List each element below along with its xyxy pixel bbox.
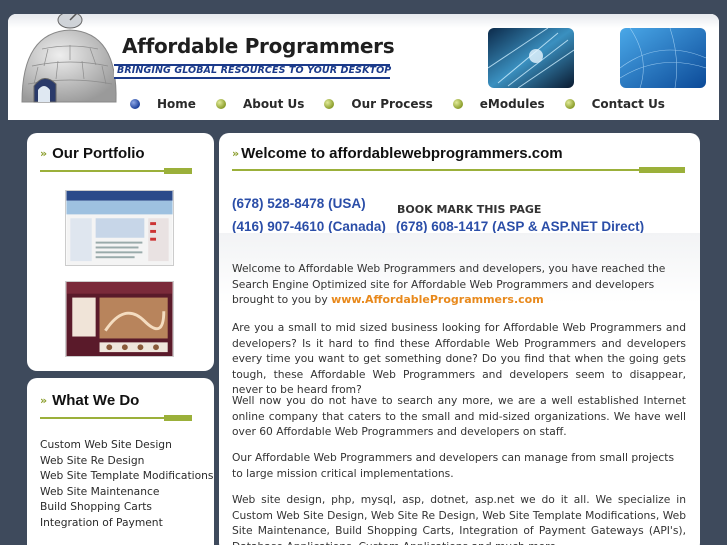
heading-underline-end	[164, 168, 192, 174]
list-item[interactable]: Integration of Payment	[40, 515, 214, 531]
header-photo-fiber	[488, 28, 574, 88]
brand-title: Affordable Programmers	[122, 34, 395, 58]
nav-item-emodules[interactable]: eModules	[452, 97, 545, 111]
main-content-box: » Welcome to affordablewebprogrammers.co…	[219, 133, 700, 545]
nav-item-contact-us[interactable]: Contact Us	[564, 97, 665, 111]
nav-label: Home	[157, 97, 196, 111]
site-link[interactable]: www.AffordableProgrammers.com	[331, 293, 544, 306]
phone-usa[interactable]: (678) 528-8478 (USA)	[232, 196, 366, 211]
list-item[interactable]: Build Shopping Carts	[40, 499, 214, 515]
list-item[interactable]: Web Site Template Modifications	[40, 468, 214, 484]
nav-label: eModules	[479, 97, 545, 111]
heading-underline-end	[164, 415, 192, 421]
nav-item-home[interactable]: Home	[130, 97, 196, 111]
portfolio-thumbnail-1[interactable]	[65, 190, 174, 266]
phone-direct[interactable]: (678) 608-1417 (ASP & ASP.NET Direct)	[396, 219, 644, 234]
portfolio-box: » Our Portfolio	[27, 133, 214, 371]
site-header: Affordable Programmers BRINGING GLOBAL R…	[8, 14, 719, 120]
portfolio-thumbnail-2[interactable]	[65, 281, 174, 357]
portfolio-heading: » Our Portfolio	[40, 145, 145, 162]
bullet-icon	[564, 99, 575, 109]
bookmark-link[interactable]: BOOK MARK THIS PAGE	[397, 203, 541, 216]
main-nav: Home About Us Our Process eModules Conta…	[130, 96, 685, 112]
heading-underline	[232, 169, 685, 171]
nav-item-our-process[interactable]: Our Process	[324, 97, 433, 111]
main-heading: » Welcome to affordablewebprogrammers.co…	[232, 145, 563, 162]
paragraph-2: Are you a small to mid sized business lo…	[232, 321, 686, 396]
what-we-do-box: » What We Do Custom Web Site Design Web …	[27, 378, 214, 545]
paragraph-4: Our Affordable Web Programmers and devel…	[232, 451, 675, 480]
double-chevron-icon: »	[40, 147, 47, 160]
intro-paragraph: Welcome to Affordable Web Programmers an…	[232, 262, 666, 306]
list-item[interactable]: Custom Web Site Design	[40, 437, 214, 453]
igloo-logo-icon[interactable]	[18, 14, 120, 118]
double-chevron-icon: »	[40, 394, 47, 407]
paragraph-5: Web site design, php, mysql, asp, dotnet…	[232, 493, 686, 545]
nav-label: Contact Us	[591, 97, 665, 111]
nav-item-about-us[interactable]: About Us	[215, 97, 305, 111]
double-chevron-icon: »	[232, 147, 239, 160]
phone-canada[interactable]: (416) 907-4610 (Canada)	[232, 219, 386, 234]
list-item[interactable]: Web Site Re Design	[40, 453, 214, 469]
heading-underline-end	[639, 167, 685, 173]
brand-tagline: BRINGING GLOBAL RESOURCES TO YOUR DESKTO…	[117, 65, 392, 76]
bullet-icon	[130, 99, 140, 109]
bullet-icon	[324, 99, 335, 109]
header-photo-network	[620, 28, 706, 88]
what-we-do-heading: » What We Do	[40, 392, 140, 409]
paragraph-3: Well now you do not have to search any m…	[232, 394, 686, 438]
bullet-icon	[215, 99, 226, 109]
list-item[interactable]: Web Site Maintenance	[40, 484, 214, 500]
what-we-do-list: Custom Web Site Design Web Site Re Desig…	[40, 437, 214, 530]
nav-label: Our Process	[351, 97, 433, 111]
bullet-icon	[452, 99, 463, 109]
nav-label: About Us	[242, 97, 305, 111]
